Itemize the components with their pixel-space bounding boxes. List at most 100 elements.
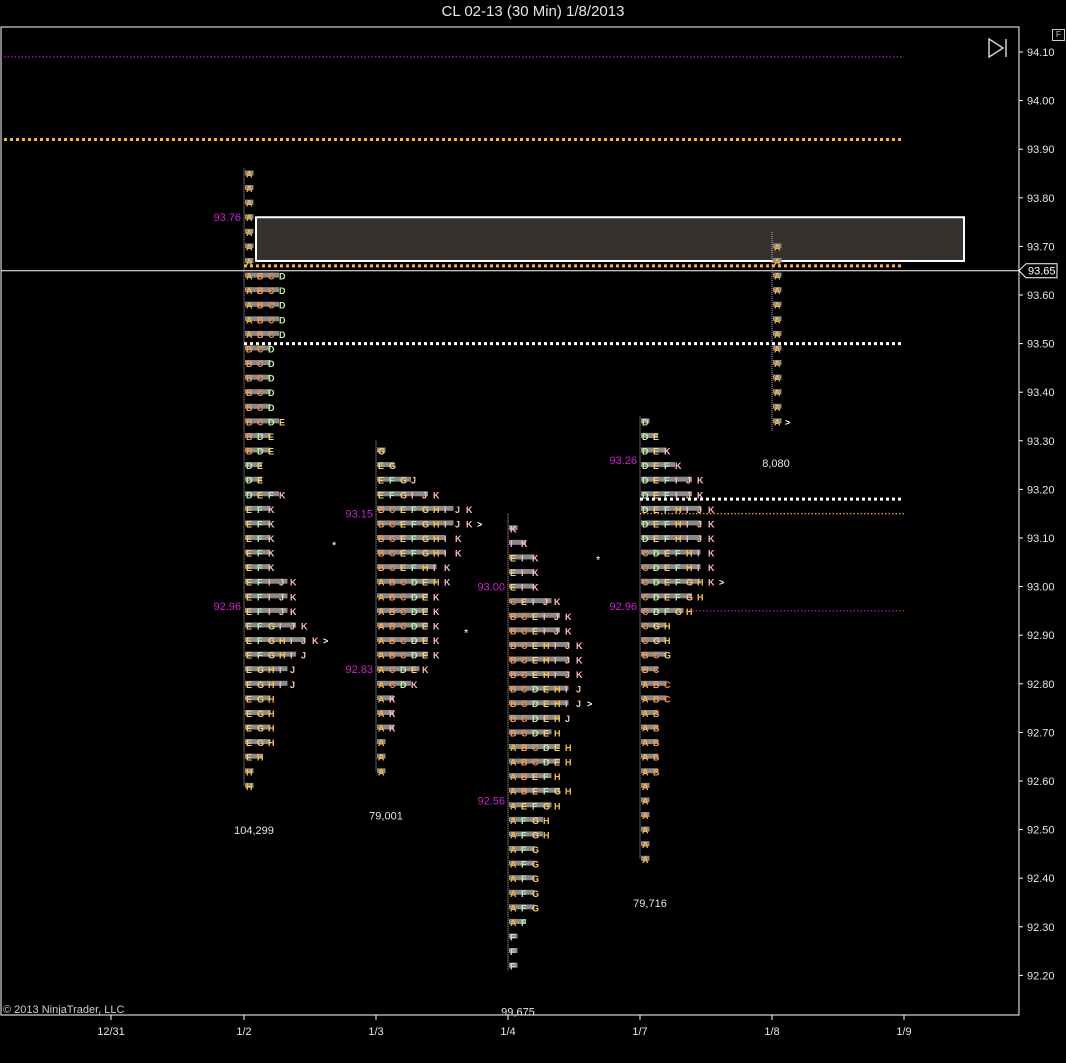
y-tick-label: 92.20 [1027,970,1055,982]
volume-bar [641,505,701,511]
play-end-icon[interactable] [986,36,1012,60]
tpo-letter: E [246,680,252,690]
tpo-letter: I [675,476,678,486]
volume-bar [509,641,569,647]
tpo-letter: B [246,374,253,384]
tpo-letter: D [411,621,418,631]
y-tick-label: 94.10 [1027,47,1055,59]
profile-1-7: DD ED E KD E F KD E F I J KD E F I J KD E F H I J KD E F H I J KD E F H… [609,416,724,910]
tpo-letter: B [378,549,385,559]
tpo-letter: C [664,694,671,704]
tpo-letter: B [510,612,517,622]
tpo-letter: B [378,505,385,515]
session-volume: 99,675 [501,1007,535,1019]
tpo-letter: F [521,903,527,913]
tpo-letter: E [400,505,406,515]
tpo-letter: C [257,374,264,384]
tpo-letter: > [587,699,592,709]
tpo-letter: E [246,519,252,529]
panel-badge[interactable]: F [1052,29,1065,41]
tpo-letter: I [697,549,700,559]
tpo-letter: A [378,753,385,763]
tpo-letter: J [554,626,559,636]
tpo-letter: B [246,359,253,369]
tpo-letter: F [257,534,263,544]
tpo-letter: E [246,607,252,617]
tpo-letter: G [653,621,660,631]
tpo-letter: B [246,432,253,442]
tpo-letter: C [268,272,275,282]
tpo-letter: K [675,461,682,471]
tpo-letter: E [554,743,560,753]
tpo-letter: C [389,519,396,529]
tpo-letter: F [257,505,263,515]
tpo-letter: A [378,621,385,631]
tpo-letter: E [378,490,384,500]
tpo-letter: B [510,714,517,724]
tpo-letter: D [279,301,286,311]
tpo-letter: B [510,641,517,651]
tpo-letter: I [686,505,689,515]
tpo-letter: K [433,592,440,602]
tpo-letter: E [246,505,252,515]
tpo-letter: K [708,563,715,573]
tpo-letter: K [433,607,440,617]
tpo-letter: G [532,889,539,899]
tpo-letter: C [642,636,649,646]
tpo-letter: C [268,301,275,311]
tpo-letter: I [279,621,282,631]
star-marker: * [596,554,601,566]
tpo-letter: D [400,665,407,675]
tpo-letter: A [246,184,253,194]
tpo-letter: H [554,772,561,782]
tpo-letter: C [642,592,649,602]
tpo-letter: K [565,612,572,622]
tpo-letter: A [378,694,385,704]
tpo-letter: E [543,714,549,724]
tpo-letter: A [378,651,385,661]
tpo-letter: D [543,758,550,768]
tpo-letter: F [510,933,516,943]
tpo-letter: K [290,578,297,588]
tpo-letter: A [774,301,781,311]
tpo-letter: C [400,592,407,602]
tpo-letter: B [510,685,517,695]
tpo-letter: F [257,636,263,646]
tpo-letter: K [532,583,539,593]
tpo-letter: D [642,519,649,529]
tpo-letter: K [433,621,440,631]
highlight-rectangle [255,216,965,262]
tpo-letter: E [554,758,560,768]
tpo-letter: A [642,840,649,850]
tpo-letter: A [510,918,517,928]
tpo-letter: G [389,461,396,471]
highlight-zone [255,216,965,262]
tpo-letter: I [268,592,271,602]
tpo-letter: A [378,767,385,777]
y-tick-label: 92.80 [1027,679,1055,691]
tpo-letter: A [642,855,649,865]
tpo-letter: C [389,549,396,559]
tpo-letter: D [246,490,253,500]
tpo-letter: A [246,286,253,296]
tpo-letter: B [257,286,264,296]
tpo-letter: A [642,767,649,777]
tpo-letter: E [664,563,670,573]
tpo-letter: A [642,796,649,806]
tpo-letter: G [378,447,385,457]
tpo-letter: I [268,578,271,588]
tpo-letter: K [268,519,275,529]
tpo-letter: D [257,432,264,442]
tpo-letter: C [389,665,396,675]
copyright-text: © 2013 NinjaTrader, LLC [3,1004,125,1016]
tpo-letter: C [642,621,649,631]
tpo-letter: H [554,801,561,811]
tpo-letter: I [543,612,546,622]
tpo-letter: F [521,816,527,826]
tpo-letter: H [279,651,286,661]
tpo-letter: D [532,685,539,695]
tpo-letter: A [510,772,517,782]
tpo-letter: D [279,286,286,296]
tpo-letter: E [653,534,659,544]
tpo-letter: H [268,738,275,748]
